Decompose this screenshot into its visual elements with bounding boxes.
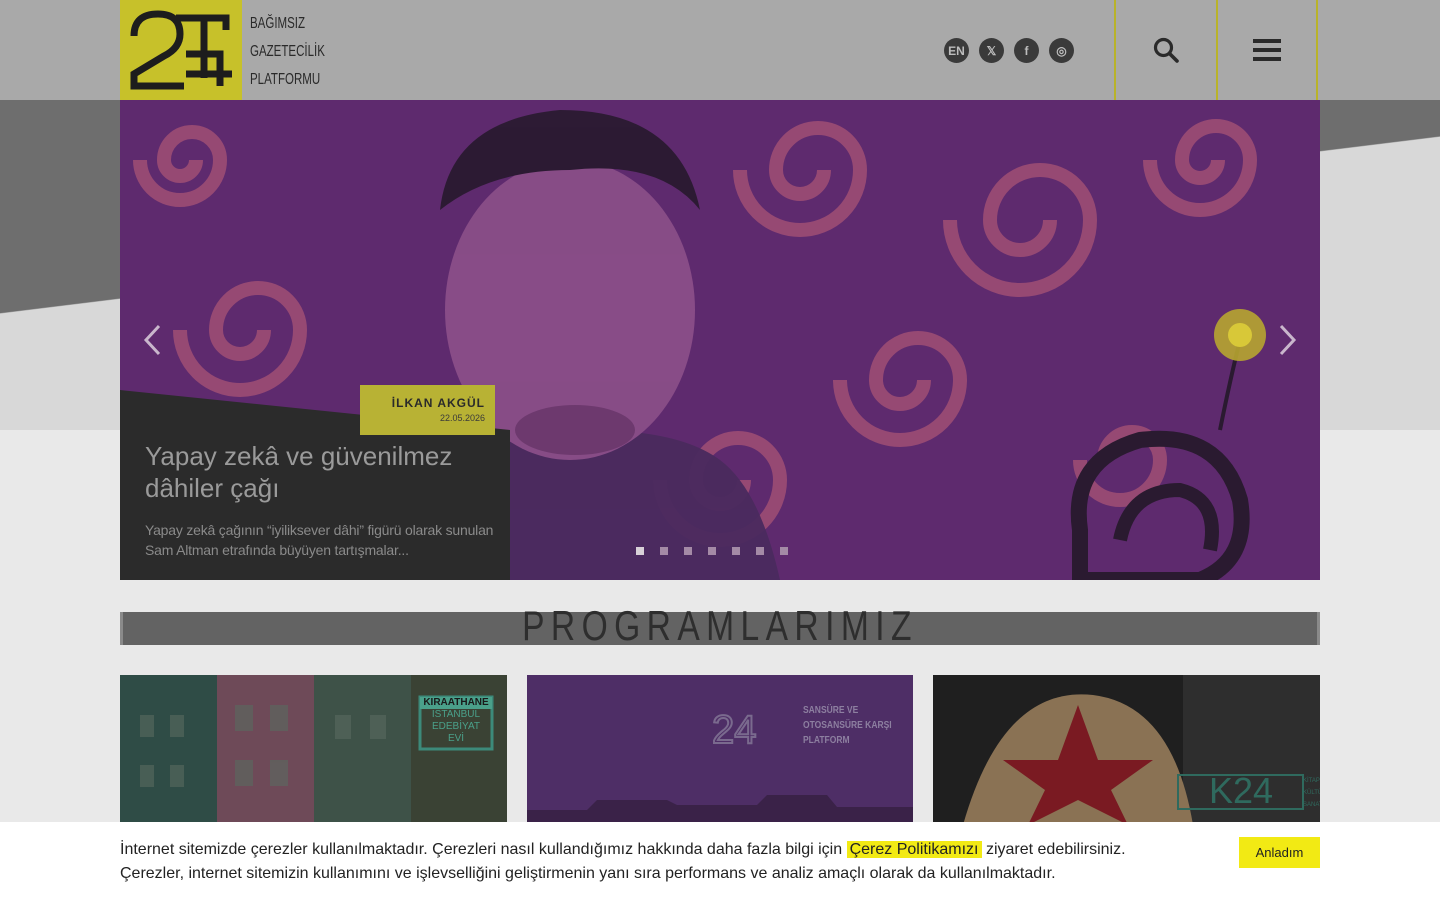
x-icon[interactable]: 𝕏: [979, 38, 1004, 63]
cookie-text-line2: Çerezler, internet sitemizin kullanımını…: [120, 865, 1056, 882]
hamburger-icon: [1253, 39, 1281, 61]
k24-card[interactable]: K24 KİTAP KÜLTÜR SANAT: [933, 675, 1320, 825]
slider-dots: [636, 547, 788, 555]
author-name: İLKAN AKGÜL: [391, 396, 485, 410]
logo-line: PLATFORMU: [250, 71, 321, 88]
author-tag[interactable]: İLKAN AKGÜL 22.05.2026: [360, 385, 495, 435]
cookie-text: İnternet sitemizde çerezler kullanılmakt…: [120, 838, 1200, 886]
search-button[interactable]: [1114, 0, 1216, 100]
social-links: EN 𝕏 f ◎: [944, 38, 1074, 63]
cookie-text-after: ziyaret edebilirsiniz.: [981, 841, 1126, 858]
site-header: BAĞIMSIZ GAZETECİLİK PLATFORMU EN 𝕏 f ◎: [0, 0, 1440, 100]
slider-dot[interactable]: [756, 547, 764, 555]
svg-text:24: 24: [712, 708, 757, 752]
slider-next-button[interactable]: [1272, 320, 1302, 360]
card-line: SANSÜRE VE: [803, 705, 859, 716]
cookie-policy-link[interactable]: Çerez Politikamızı: [846, 841, 982, 858]
slider-dot[interactable]: [636, 547, 644, 555]
kiraathane-badge: KIRAATHANE İSTANBUL EDEBİYAT EVİ: [420, 697, 492, 745]
slide-title[interactable]: Yapay zekâ ve güvenilmez dâhiler çağı: [145, 440, 485, 504]
facebook-icon[interactable]: f: [1014, 38, 1039, 63]
card-line: OTOSANSÜRE KARŞI: [803, 720, 892, 731]
cookie-text-before: İnternet sitemizde çerezler kullanılmakt…: [120, 841, 847, 858]
card-line: İSTANBUL: [431, 709, 481, 720]
hero-slider[interactable]: İLKAN AKGÜL 22.05.2026 Yapay zekâ ve güv…: [120, 100, 1320, 580]
cookie-accept-button[interactable]: Anladım: [1239, 837, 1320, 868]
instagram-icon[interactable]: ◎: [1049, 38, 1074, 63]
susma-card[interactable]: 24 SANSÜRE VE OTOSANSÜRE KARŞI PLATFORM: [527, 675, 913, 825]
slider-dot[interactable]: [684, 547, 692, 555]
card-line: PLATFORM: [803, 735, 850, 746]
susma-badge: SANSÜRE VE OTOSANSÜRE KARŞI PLATFORM: [803, 703, 897, 748]
logo[interactable]: [120, 0, 242, 100]
card-line: SANAT: [1303, 802, 1320, 808]
k24-badge: K24: [1209, 770, 1274, 811]
card-line: EVİ: [447, 733, 465, 744]
page: BAĞIMSIZ GAZETECİLİK PLATFORMU EN 𝕏 f ◎: [0, 0, 1440, 900]
slider-dot[interactable]: [732, 547, 740, 555]
slider-dot[interactable]: [660, 547, 668, 555]
en-icon[interactable]: EN: [944, 38, 969, 63]
menu-button[interactable]: [1216, 0, 1318, 100]
chevron-right-icon: [1279, 324, 1297, 356]
t24-logo-icon: [130, 10, 232, 90]
kiraathane-card[interactable]: KIRAATHANE İSTANBUL EDEBİYAT EVİ: [120, 675, 507, 825]
card-line: KİTAP: [1303, 778, 1320, 784]
chevron-left-icon: [143, 324, 161, 356]
slider-prev-button[interactable]: [138, 320, 168, 360]
card-line: KÜLTÜR: [1303, 790, 1320, 796]
logo-text: BAĞIMSIZ GAZETECİLİK PLATFORMU: [250, 10, 325, 94]
logo-line: BAĞIMSIZ: [250, 15, 306, 32]
slide-description: Yapay zekâ çağının “iyiliksever dâhi” fi…: [145, 522, 494, 558]
slider-dot[interactable]: [708, 547, 716, 555]
susma-image: 24: [527, 675, 913, 825]
programs-title: PROGRAMLARIMIZ: [522, 602, 918, 649]
slider-dot[interactable]: [780, 547, 788, 555]
card-line: KIRAATHANE: [420, 697, 492, 709]
publish-date: 22.05.2026: [439, 413, 485, 423]
card-line: EDEBİYAT: [432, 721, 480, 732]
logo-line: GAZETECİLİK: [250, 43, 325, 60]
k24-subtitle: KİTAP KÜLTÜR SANAT: [1303, 775, 1320, 811]
cookie-banner: İnternet sitemizde çerezler kullanılmakt…: [0, 822, 1440, 900]
search-icon: [1153, 37, 1179, 63]
